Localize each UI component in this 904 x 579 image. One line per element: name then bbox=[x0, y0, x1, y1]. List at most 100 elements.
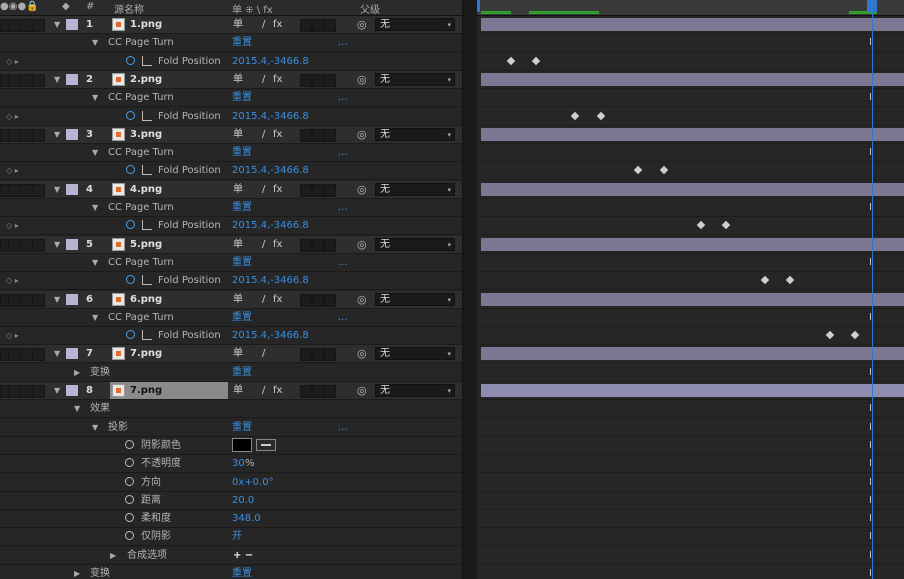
timeline-sub-row[interactable]: I bbox=[477, 510, 904, 529]
layer-name[interactable]: 6.png bbox=[130, 291, 162, 308]
switch-box[interactable] bbox=[312, 183, 324, 197]
property-row[interactable]: ◇ ▸ Fold Position 2015.4,-3466.8 bbox=[0, 327, 462, 346]
keyframe-marker[interactable] bbox=[659, 166, 668, 175]
work-area-bar[interactable] bbox=[529, 11, 599, 14]
fx-switch-icon[interactable]: fx bbox=[273, 126, 282, 143]
switch-box[interactable] bbox=[324, 293, 336, 307]
switch-box[interactable] bbox=[300, 183, 312, 197]
timeline-sub-row[interactable]: I bbox=[477, 547, 904, 565]
keyframe-marker[interactable] bbox=[570, 111, 580, 120]
property-row[interactable]: ◇ ▸ Fold Position 2015.4,-3466.8 bbox=[0, 272, 462, 291]
timeline-sub-row[interactable]: I bbox=[477, 492, 904, 510]
parent-header[interactable]: 父级 bbox=[360, 1, 380, 16]
keyframe-marker[interactable] bbox=[532, 56, 541, 65]
quality-switch-icon[interactable]: / bbox=[262, 291, 265, 308]
quality-switch-icon[interactable]: / bbox=[262, 345, 265, 362]
av-switch[interactable] bbox=[32, 183, 45, 197]
stopwatch-icon[interactable] bbox=[126, 330, 135, 340]
quality-switch-icon[interactable]: / bbox=[262, 181, 265, 198]
eyedropper-icon[interactable] bbox=[256, 438, 276, 451]
playhead-line[interactable] bbox=[872, 0, 873, 579]
switch-box[interactable] bbox=[312, 238, 324, 252]
switch-box[interactable] bbox=[300, 19, 312, 32]
switch-box[interactable] bbox=[312, 19, 324, 32]
collapse-triangle-icon[interactable]: ▶ bbox=[74, 565, 80, 579]
transform-row[interactable]: ▶ 变换 重置 bbox=[0, 565, 462, 579]
effect-name[interactable]: CC Page Turn bbox=[108, 89, 174, 106]
expand-triangle-icon[interactable]: ▼ bbox=[54, 345, 60, 362]
layer-duration-bar-row[interactable] bbox=[477, 382, 904, 400]
effect-options-link[interactable]: ... bbox=[338, 144, 348, 161]
timeline-sub-row[interactable]: I bbox=[477, 419, 904, 437]
label-color-swatch[interactable] bbox=[66, 183, 78, 195]
shy-switch[interactable]: 单 bbox=[233, 345, 243, 362]
reset-link[interactable]: 重置 bbox=[232, 419, 252, 436]
layer-duration-bar-row[interactable] bbox=[477, 16, 904, 34]
effect-row[interactable]: ▼ CC Page Turn 重置... bbox=[0, 89, 462, 108]
keyframe-row[interactable] bbox=[477, 217, 904, 236]
layer-duration-bar-row[interactable] bbox=[477, 345, 904, 364]
property-value[interactable]: 2015.4,-3466.8 bbox=[232, 327, 309, 344]
property-value[interactable]: 2015.4,-3466.8 bbox=[232, 162, 309, 179]
layer-row[interactable]: ▼ 6 6.png 单 / fx ◎ 无 ▾ bbox=[0, 290, 462, 309]
label-color-swatch[interactable] bbox=[66, 293, 78, 305]
layer-name[interactable]: 7.png bbox=[130, 382, 162, 399]
expand-triangle-icon[interactable]: ▼ bbox=[92, 309, 98, 326]
effect-property-row[interactable]: 方向 0x+0.0° bbox=[0, 473, 462, 492]
layer-row[interactable]: ▼ 3 3.png 单 / fx ◎ 无 ▾ bbox=[0, 125, 462, 144]
stopwatch-icon[interactable] bbox=[125, 439, 134, 449]
transform-label[interactable]: 变换 bbox=[90, 364, 110, 381]
keyframe-nav-icon[interactable]: ◇ ▸ bbox=[6, 327, 19, 344]
layer-duration-bar[interactable] bbox=[481, 347, 904, 361]
stopwatch-icon[interactable] bbox=[126, 55, 135, 65]
effect-row[interactable]: ▼ CC Page Turn 重置... bbox=[0, 253, 462, 272]
parent-dropdown[interactable]: 无 ▾ bbox=[375, 384, 455, 397]
effect-row[interactable]: ▼ CC Page Turn 重置... bbox=[0, 144, 462, 163]
effect-options-link[interactable]: ... bbox=[338, 34, 348, 51]
keyframe-marker[interactable] bbox=[850, 330, 860, 340]
in-marker[interactable] bbox=[477, 0, 480, 12]
expand-triangle-icon[interactable]: ▼ bbox=[92, 89, 98, 106]
effect-row[interactable]: ▼ CC Page Turn 重置... bbox=[0, 199, 462, 217]
composite-add-remove[interactable]: + − bbox=[233, 547, 253, 564]
timeline-sub-row[interactable]: I bbox=[477, 437, 904, 455]
keyframe-marker[interactable] bbox=[722, 221, 731, 230]
keyframe-nav-icon[interactable]: ◇ ▸ bbox=[6, 108, 19, 125]
layer-name[interactable]: 4.png bbox=[130, 181, 162, 198]
parent-dropdown[interactable]: 无 ▾ bbox=[375, 72, 455, 86]
graph-icon[interactable] bbox=[142, 55, 152, 66]
label-color-swatch[interactable] bbox=[66, 19, 78, 30]
label-color-swatch[interactable] bbox=[66, 238, 78, 250]
property-value[interactable]: 2015.4,-3466.8 bbox=[232, 108, 309, 125]
layer-row[interactable]: ▼ 2 2.png 单 / fx ◎ 无 ▾ bbox=[0, 70, 462, 89]
switch-box[interactable] bbox=[324, 238, 336, 252]
reset-link[interactable]: 重置 bbox=[232, 144, 252, 161]
effect-property-row[interactable]: 柔和度 348.0 bbox=[0, 510, 462, 529]
collapse-triangle-icon[interactable]: ▶ bbox=[74, 364, 80, 381]
transform-row[interactable]: ▶ 变换 重置 bbox=[0, 363, 462, 382]
switch-box[interactable] bbox=[300, 238, 312, 252]
switch-box[interactable] bbox=[300, 73, 312, 87]
property-row[interactable]: ◇ ▸ Fold Position 2015.4,-3466.8 bbox=[0, 52, 462, 71]
keyframe-marker[interactable] bbox=[760, 275, 770, 285]
keyframe-marker[interactable] bbox=[596, 111, 606, 120]
effect-name[interactable]: CC Page Turn bbox=[108, 254, 174, 271]
stopwatch-icon[interactable] bbox=[125, 458, 134, 468]
stopwatch-icon[interactable] bbox=[126, 275, 135, 285]
pick-whip-icon[interactable]: ◎ bbox=[357, 181, 367, 198]
fx-switch-icon[interactable]: fx bbox=[273, 236, 282, 253]
keyframe-nav-icon[interactable]: ◇ ▸ bbox=[6, 53, 19, 70]
effect-property-row[interactable]: 阴影颜色 bbox=[0, 436, 462, 455]
switch-box[interactable] bbox=[324, 385, 336, 398]
expand-triangle-icon[interactable]: ▼ bbox=[54, 181, 60, 198]
stopwatch-icon[interactable] bbox=[125, 476, 134, 486]
keyframe-marker[interactable] bbox=[634, 166, 643, 175]
keyframe-row[interactable] bbox=[477, 272, 904, 291]
av-switch[interactable] bbox=[32, 348, 45, 362]
keyframe-row[interactable] bbox=[477, 162, 904, 181]
reset-link[interactable]: 重置 bbox=[232, 565, 252, 579]
work-area-bar[interactable] bbox=[481, 11, 511, 14]
parent-dropdown[interactable]: 无 ▾ bbox=[375, 237, 455, 251]
graph-icon[interactable] bbox=[142, 220, 152, 231]
layer-duration-bar[interactable] bbox=[481, 384, 904, 397]
